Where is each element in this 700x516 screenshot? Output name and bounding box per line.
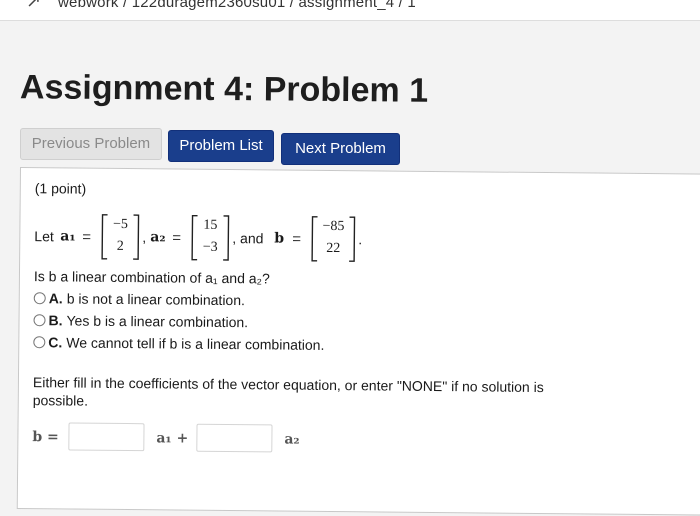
instructions-text: Either fill in the coefficients of the v…	[32, 374, 544, 409]
option-letter: A.	[48, 290, 63, 307]
vector-equation: b = a₁ + a₂	[32, 420, 632, 462]
and-text: , and	[232, 230, 264, 247]
b-vector: −85 22	[310, 215, 356, 263]
option-letter: B.	[48, 312, 63, 329]
equals-sign: =	[292, 230, 302, 248]
breadcrumb[interactable]: webwork / 122duragem2360su01 / assignmen…	[58, 0, 416, 11]
a2-entry-1: 15	[203, 217, 218, 233]
vector-definitions: Let a₁ = −5 2 , a₂ = 15 −3 , and b = −85…	[34, 210, 674, 270]
points-label: (1 point)	[34, 180, 87, 197]
option-b[interactable]: B. Yes b is a linear combination.	[33, 312, 248, 330]
a1-entry-2: 2	[116, 238, 124, 254]
coefficient-1-input[interactable]	[68, 422, 145, 452]
radio-button-icon[interactable]	[33, 292, 46, 305]
equals-sign: =	[82, 228, 92, 246]
a2-symbol: a₂	[150, 229, 166, 246]
period: .	[358, 231, 363, 248]
question-text: Is b a linear combination of a₁ and a₂?	[33, 268, 270, 287]
a2-vector: 15 −3	[190, 214, 230, 262]
radio-button-icon[interactable]	[33, 314, 46, 327]
let-text: Let	[34, 228, 54, 245]
option-a[interactable]: A. b is not a linear combination.	[33, 290, 246, 309]
a1-vector: −5 2	[100, 213, 140, 261]
back-arrow-icon[interactable]: ↗	[26, 0, 41, 12]
comma: ,	[142, 229, 147, 246]
a1-plus-label: a₁ +	[156, 430, 189, 447]
b-entry-2: 22	[326, 240, 341, 257]
option-letter: C.	[48, 334, 63, 351]
coefficient-2-input[interactable]	[196, 423, 273, 453]
option-c[interactable]: C. We cannot tell if b is a linear combin…	[33, 334, 324, 353]
a1-entry-1: −5	[112, 216, 128, 233]
option-text: b is not a linear combination.	[66, 290, 246, 309]
problem-list-button[interactable]: Problem List	[168, 130, 274, 162]
radio-button-icon[interactable]	[33, 336, 46, 349]
problem-panel: (1 point) Let a₁ = −5 2 , a₂ = 15 −3 , a…	[16, 167, 700, 516]
equals-sign: =	[172, 229, 182, 247]
b-symbol: b	[274, 230, 285, 247]
previous-problem-button[interactable]: Previous Problem	[20, 128, 162, 160]
a2-entry-2: −3	[202, 239, 218, 255]
option-text: Yes b is a linear combination.	[66, 312, 249, 331]
breadcrumb-bar: ↗ webwork / 122duragem2360su01 / assignm…	[0, 0, 700, 21]
next-problem-button[interactable]: Next Problem	[281, 133, 400, 165]
a1-symbol: a₁	[60, 228, 76, 245]
option-text: We cannot tell if b is a linear combinat…	[66, 334, 325, 353]
b-entry-1: −85	[322, 218, 345, 235]
b-equals-label: b =	[32, 429, 59, 446]
a2-label: a₂	[284, 431, 300, 448]
page-title: Assignment 4: Problem 1	[19, 68, 429, 110]
